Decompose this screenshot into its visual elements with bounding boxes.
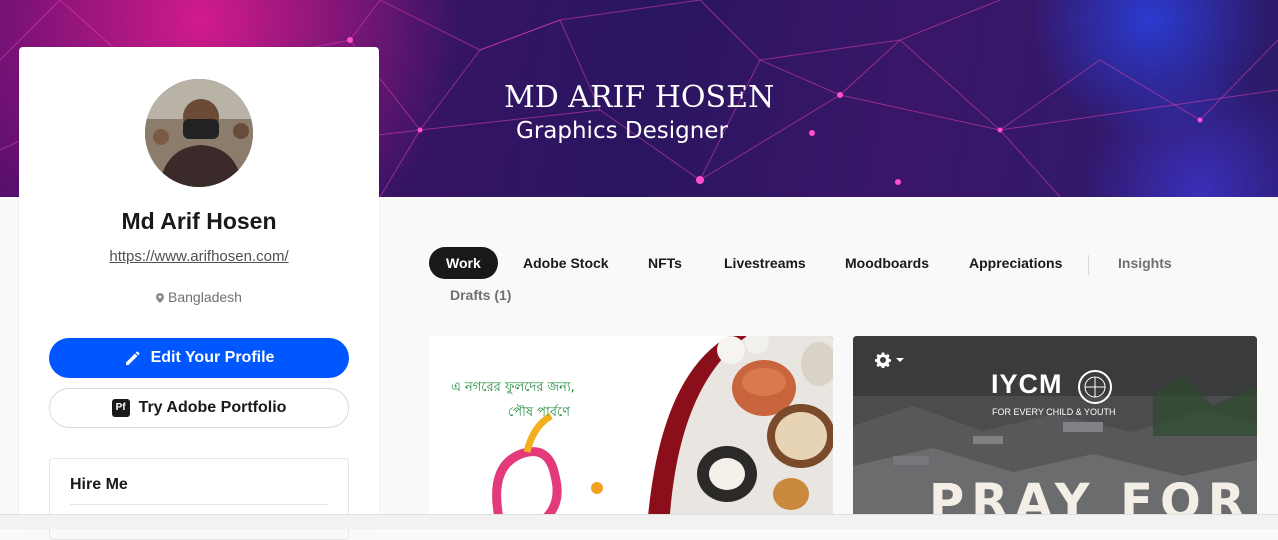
profile-location: Bangladesh (19, 289, 379, 305)
hire-me-title: Hire Me (70, 476, 128, 493)
iycm-tagline: FOR EVERY CHILD & YOUTH (992, 407, 1116, 417)
tab-adobe-stock[interactable]: Adobe Stock (523, 247, 609, 279)
tab-nfts[interactable]: NFTs (648, 247, 682, 279)
adobe-portfolio-icon: Pf (111, 399, 130, 417)
banner-name: MD ARIF HOSEN (504, 80, 775, 115)
tab-moodboards[interactable]: Moodboards (845, 247, 929, 279)
chevron-down-icon (896, 358, 904, 362)
un-emblem-icon (1078, 370, 1112, 404)
pencil-icon (125, 351, 140, 365)
bottom-bar (0, 514, 1278, 529)
edit-profile-button[interactable]: Edit Your Profile (49, 338, 349, 378)
tab-work[interactable]: Work (429, 247, 498, 279)
iycm-logo-text: IYCM (991, 369, 1063, 399)
profile-url-link[interactable]: https://www.arifhosen.com/ (109, 248, 288, 265)
avatar[interactable] (145, 79, 253, 187)
tab-divider (1088, 255, 1089, 275)
profile-location-text: Bangladesh (168, 289, 242, 305)
gear-icon (875, 352, 891, 368)
project-settings-control[interactable] (875, 352, 906, 368)
banner-role: Graphics Designer (516, 118, 728, 144)
tab-livestreams[interactable]: Livestreams (724, 247, 806, 279)
tab-insights[interactable]: Insights (1118, 247, 1172, 279)
project-card[interactable]: এ নগরের ফুলদের জন্য, পৌষ পার্বণে (429, 336, 833, 528)
project-caption-line2: পৌষ পার্বণে (508, 405, 571, 420)
try-portfolio-label: Try Adobe Portfolio (138, 399, 287, 416)
try-portfolio-button[interactable]: Pf Try Adobe Portfolio (49, 388, 349, 428)
hire-divider (70, 504, 328, 505)
project-cover-pitha (492, 336, 833, 528)
tab-drafts[interactable]: Drafts (1) (450, 279, 511, 311)
project-caption-line1: এ নগরের ফুলদের জন্য, (451, 380, 575, 395)
tab-appreciations[interactable]: Appreciations (969, 247, 1062, 279)
profile-name: Md Arif Hosen (121, 208, 277, 234)
edit-profile-label: Edit Your Profile (150, 349, 275, 366)
location-pin-icon (156, 293, 165, 303)
profile-card: Md Arif Hosen https://www.arifhosen.com/… (19, 47, 379, 540)
project-card[interactable]: IYCM FOR EVERY CHILD & YOUTH PRAY FOR (853, 336, 1257, 528)
avatar-photo (145, 79, 253, 187)
profile-url: https://www.arifhosen.com/ (19, 248, 379, 265)
